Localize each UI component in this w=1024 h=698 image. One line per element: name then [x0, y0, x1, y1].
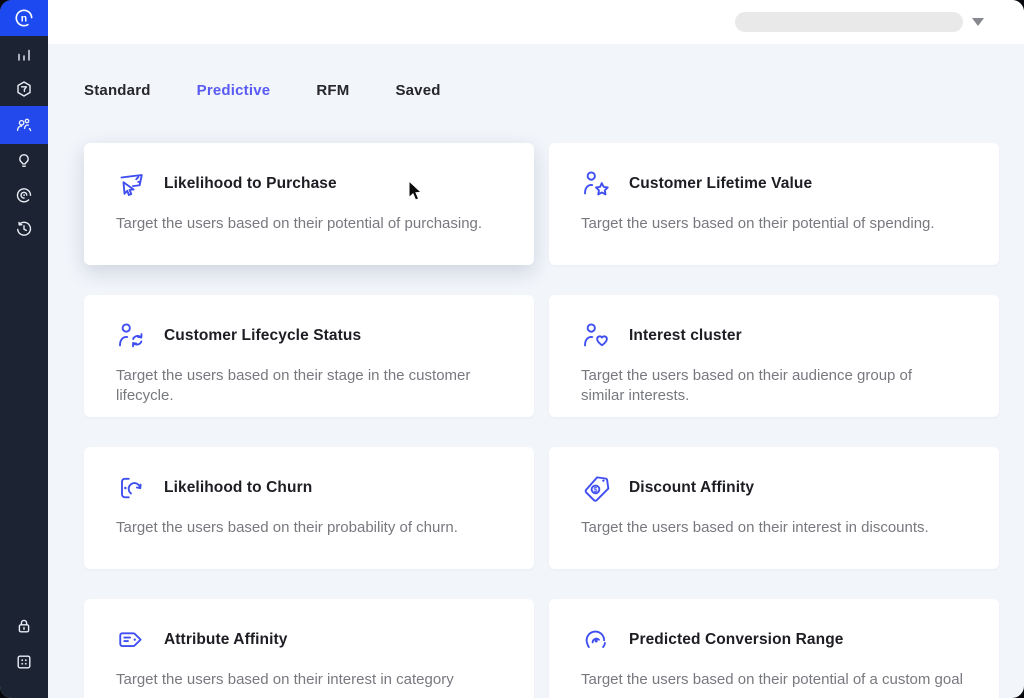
card-title: Likelihood to Purchase — [164, 175, 337, 193]
svg-text:$: $ — [594, 487, 598, 494]
card-discount-affinity[interactable]: $ Discount Affinity Target the users bas… — [549, 447, 999, 569]
attribute-tag-icon — [116, 625, 146, 655]
card-title: Predicted Conversion Range — [629, 631, 843, 649]
hexagon-funnel-icon — [14, 79, 34, 99]
person-heart-icon — [581, 321, 611, 351]
person-refresh-icon — [116, 321, 146, 351]
card-description: Target the users based on their interest… — [581, 518, 967, 538]
card-description: Target the users based on their potentia… — [116, 214, 502, 234]
top-bar — [48, 0, 1024, 44]
lightbulb-icon — [14, 151, 34, 171]
card-title: Customer Lifetime Value — [629, 175, 812, 193]
tab-rfm[interactable]: RFM — [316, 82, 349, 99]
sidebar: n — [0, 0, 48, 698]
sidebar-item-history[interactable] — [0, 212, 48, 246]
segment-card-grid: Likelihood to Purchase Target the users … — [84, 143, 999, 698]
card-interest-cluster[interactable]: Interest cluster Target the users based … — [549, 295, 999, 417]
exit-arrow-icon — [116, 473, 146, 503]
tab-standard[interactable]: Standard — [84, 82, 151, 99]
card-predicted-conversion-range[interactable]: Predicted Conversion Range Target the us… — [549, 599, 999, 698]
main-area: Standard Predictive RFM Saved Likelihood… — [48, 0, 1024, 698]
sidebar-item-audiences[interactable] — [0, 106, 48, 144]
card-title: Attribute Affinity — [164, 631, 287, 649]
lock-icon — [14, 616, 34, 636]
apps-grid-icon — [14, 652, 34, 672]
tab-predictive[interactable]: Predictive — [197, 82, 271, 99]
gauge-icon — [581, 625, 611, 655]
card-title: Interest cluster — [629, 327, 742, 345]
bar-chart-icon — [14, 45, 34, 65]
card-description: Target the users based on their stage in… — [116, 366, 502, 407]
person-star-icon — [581, 169, 611, 199]
brand-n-logo-icon: n — [13, 7, 35, 29]
svg-text:n: n — [21, 14, 27, 25]
segment-tabs: Standard Predictive RFM Saved — [84, 82, 999, 99]
sidebar-item-lock[interactable] — [0, 608, 48, 644]
sidebar-item-analytics[interactable] — [0, 38, 48, 72]
card-description: Target the users based on their interest… — [116, 670, 502, 690]
card-description: Target the users based on their audience… — [581, 366, 926, 407]
account-selector[interactable] — [735, 12, 963, 32]
users-icon — [14, 115, 34, 135]
card-attribute-affinity[interactable]: Attribute Affinity Target the users base… — [84, 599, 534, 698]
card-description: Target the users based on their probabil… — [116, 518, 502, 538]
card-customer-lifetime-value[interactable]: Customer Lifetime Value Target the users… — [549, 143, 999, 265]
pointer-banner-icon — [116, 169, 146, 199]
history-clock-icon — [14, 219, 34, 239]
sidebar-item-goals[interactable] — [0, 178, 48, 212]
content: Standard Predictive RFM Saved Likelihood… — [48, 44, 1024, 698]
card-title: Customer Lifecycle Status — [164, 327, 361, 345]
app-window: n — [0, 0, 1024, 698]
card-likelihood-to-churn[interactable]: Likelihood to Churn Target the users bas… — [84, 447, 534, 569]
discount-tag-icon: $ — [581, 473, 611, 503]
card-title: Likelihood to Churn — [164, 479, 312, 497]
sidebar-item-apps[interactable] — [0, 644, 48, 680]
sidebar-item-products[interactable] — [0, 72, 48, 106]
target-swirl-icon — [14, 185, 34, 205]
sidebar-bottom — [0, 608, 48, 698]
card-description: Target the users based on their potentia… — [581, 214, 967, 234]
caret-down-icon[interactable] — [972, 18, 984, 26]
card-customer-lifecycle-status[interactable]: Customer Lifecycle Status Target the use… — [84, 295, 534, 417]
sidebar-nav — [0, 38, 48, 246]
sidebar-item-ideas[interactable] — [0, 144, 48, 178]
card-likelihood-to-purchase[interactable]: Likelihood to Purchase Target the users … — [84, 143, 534, 265]
card-description: Target the users based on their potentia… — [581, 670, 967, 690]
tab-saved[interactable]: Saved — [395, 82, 440, 99]
brand-logo[interactable]: n — [0, 0, 48, 36]
card-title: Discount Affinity — [629, 479, 754, 497]
